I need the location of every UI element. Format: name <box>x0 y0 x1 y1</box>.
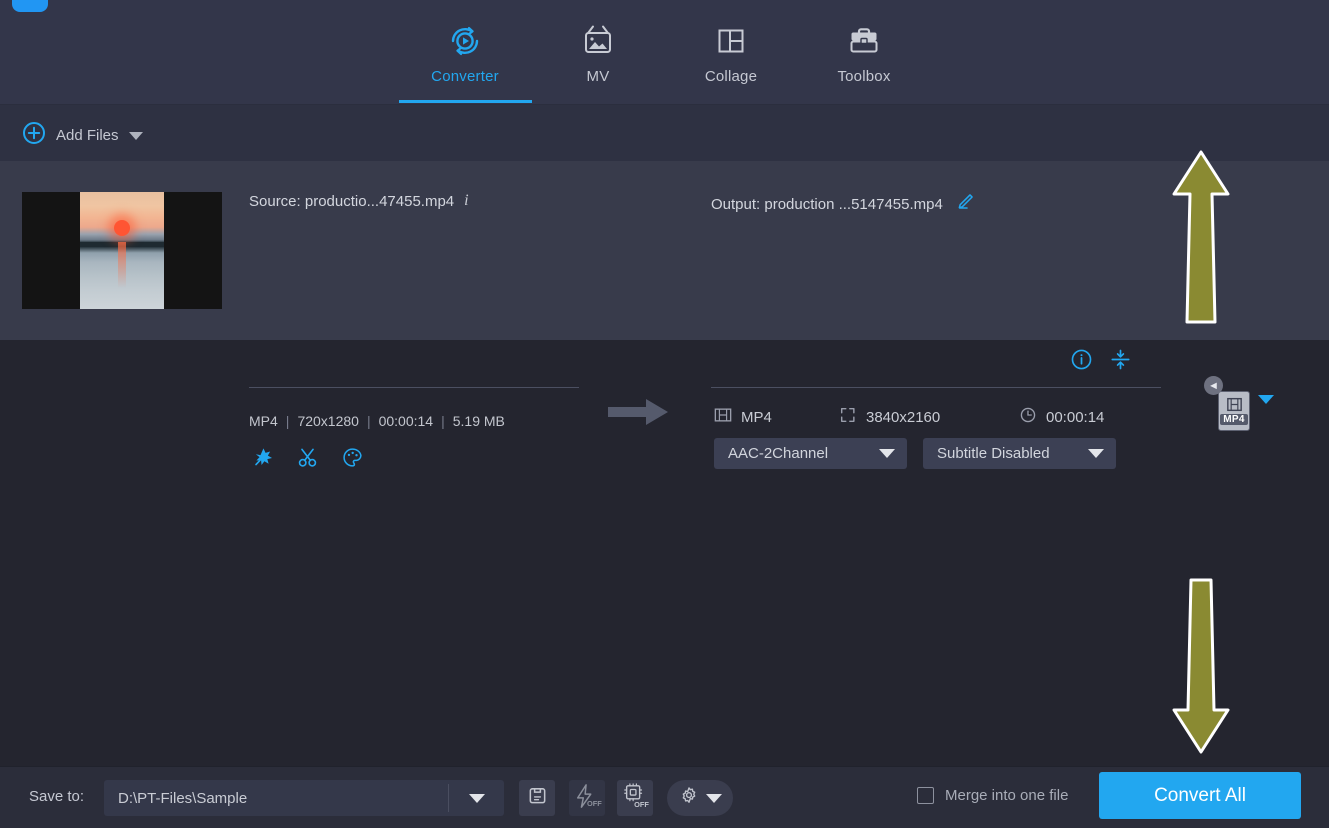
chevron-down-icon <box>1088 449 1104 458</box>
output-filename: Output: production ...5147455.mp4 <box>711 195 943 213</box>
save-path-field[interactable]: D:\PT-Files\Sample <box>104 780 504 816</box>
clock-icon <box>1019 406 1037 428</box>
chevron-down-icon <box>706 793 722 803</box>
source-format: MP4 <box>249 413 278 429</box>
chevron-down-icon[interactable] <box>128 131 143 140</box>
mv-icon <box>578 20 618 62</box>
toolbox-icon <box>844 20 884 62</box>
annotation-arrow-down <box>1170 576 1232 761</box>
output-metadata: MP4 3840x2160 00:00:14 <box>714 406 1104 428</box>
plus-circle-icon <box>22 121 46 150</box>
output-format-group: MP4 <box>714 406 839 428</box>
source-title-row: Source: productio...47455.mp4 i <box>249 192 579 210</box>
tab-collage[interactable]: Collage <box>665 0 798 103</box>
settings-button[interactable] <box>667 780 733 816</box>
merge-into-one-file-checkbox[interactable]: Merge into one file <box>917 787 1068 804</box>
output-selects: AAC-2Channel Subtitle Disabled <box>714 438 1116 469</box>
expand-icon <box>839 406 857 428</box>
video-thumbnail[interactable] <box>22 192 222 309</box>
tab-mv[interactable]: MV <box>532 0 665 103</box>
tab-converter[interactable]: Converter <box>398 0 532 103</box>
pencil-icon[interactable] <box>955 192 975 216</box>
film-icon <box>1226 397 1242 412</box>
converter-icon <box>445 20 485 62</box>
magic-wand-icon[interactable] <box>252 447 273 468</box>
subtitle-value: Subtitle Disabled <box>937 445 1050 462</box>
scissors-icon[interactable] <box>297 447 318 468</box>
output-resolution-group: 3840x2160 <box>839 406 1019 428</box>
mouse-cursor-indicator: ◄ <box>1204 376 1223 395</box>
open-folder-icon <box>527 785 548 811</box>
info-italic-icon[interactable]: i <box>464 192 468 210</box>
thumbnail-pillarbox-right <box>164 192 222 309</box>
format-badge-label: MP4 <box>1220 414 1248 425</box>
top-navigation-bar: Converter MV Collage Toolbox <box>0 0 1329 105</box>
add-files-label: Add Files <box>56 127 119 144</box>
checkbox-icon <box>917 787 934 804</box>
svg-text:OFF: OFF <box>587 799 602 808</box>
output-title-row: Output: production ...5147455.mp4 <box>711 192 975 216</box>
thumbnail-pillarbox-left <box>22 192 80 309</box>
output-duration: 00:00:14 <box>1046 408 1105 426</box>
metadata-separator: | <box>441 413 445 429</box>
convert-all-button[interactable]: Convert All <box>1099 772 1301 819</box>
tab-label: Toolbox <box>837 68 891 85</box>
metadata-separator: | <box>366 413 371 429</box>
output-resolution: 3840x2160 <box>866 408 941 426</box>
palette-icon[interactable] <box>342 447 363 468</box>
settings-gear-icon <box>678 785 700 812</box>
main-tabs: Converter MV Collage Toolbox <box>0 0 1329 105</box>
gpu-acceleration-toggle[interactable]: OFF <box>617 780 653 816</box>
format-badge-chevron-icon[interactable] <box>1258 395 1274 422</box>
output-format-badge[interactable]: MP4 <box>1218 391 1250 431</box>
right-arrow-icon <box>608 397 670 432</box>
chevron-down-icon <box>879 449 895 458</box>
output-duration-group: 00:00:14 <box>1019 406 1104 428</box>
source-tool-icons <box>252 447 363 468</box>
save-path-value: D:\PT-Files\Sample <box>118 789 248 807</box>
tab-label: MV <box>586 68 610 85</box>
metadata-separator: | <box>285 413 290 429</box>
info-circle-icon[interactable] <box>1070 348 1093 376</box>
source-filename: Source: productio...47455.mp4 <box>249 192 455 210</box>
thumbnail-sun-reflection <box>118 242 126 288</box>
output-divider <box>711 387 1161 388</box>
output-block: Output: production ...5147455.mp4 <box>711 192 975 216</box>
chevron-down-icon <box>468 793 485 803</box>
compress-icon[interactable] <box>1109 348 1132 376</box>
tab-label: Converter <box>431 68 499 85</box>
source-duration: 00:00:14 <box>378 413 434 429</box>
output-format: MP4 <box>741 408 772 426</box>
file-list-item: Source: productio...47455.mp4 i MP4 | 72… <box>0 161 1329 469</box>
merge-label: Merge into one file <box>945 787 1069 804</box>
action-bar: Add Files Converting Converted Convert A… <box>0 105 1329 254</box>
high-speed-icon: OFF <box>572 783 602 814</box>
high-speed-toggle[interactable]: OFF <box>569 780 605 816</box>
save-to-label: Save to: <box>29 788 85 805</box>
save-path-dropdown[interactable] <box>449 793 504 803</box>
collage-icon <box>711 20 751 62</box>
svg-text:OFF: OFF <box>634 800 649 809</box>
audio-track-select[interactable]: AAC-2Channel <box>714 438 907 469</box>
thumbnail-sun <box>114 220 130 236</box>
output-action-icons <box>1070 348 1132 376</box>
tab-toolbox[interactable]: Toolbox <box>798 0 931 103</box>
add-files-button[interactable]: Add Files <box>22 121 143 150</box>
audio-track-value: AAC-2Channel <box>728 445 829 462</box>
source-resolution: 720x1280 <box>297 413 359 429</box>
source-metadata: MP4 | 720x1280 | 00:00:14 | 5.19 MB <box>249 413 505 429</box>
source-divider <box>249 387 579 388</box>
subtitle-select[interactable]: Subtitle Disabled <box>923 438 1116 469</box>
film-icon <box>714 406 732 428</box>
gpu-accel-icon: OFF <box>620 782 650 814</box>
open-folder-button[interactable] <box>519 780 555 816</box>
tab-label: Collage <box>704 68 758 85</box>
source-block: Source: productio...47455.mp4 i <box>249 192 579 210</box>
source-filesize: 5.19 MB <box>452 413 505 429</box>
